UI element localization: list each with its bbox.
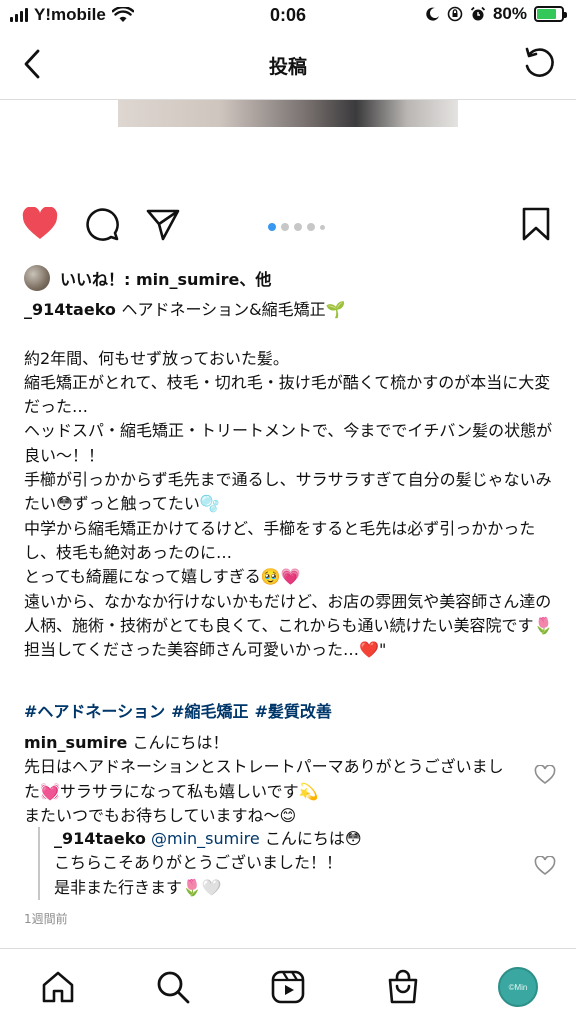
bottom-tab-bar: ©Min bbox=[0, 948, 576, 1024]
battery-icon bbox=[534, 6, 567, 22]
likes-text: いいね！: min_sumire、他 bbox=[60, 270, 272, 289]
bookmark-icon[interactable] bbox=[522, 207, 550, 241]
shop-bag-icon bbox=[388, 969, 418, 1004]
status-right: 80% bbox=[426, 4, 567, 24]
reply-mention[interactable]: @min_sumire bbox=[151, 829, 260, 848]
liker-avatar bbox=[24, 265, 50, 291]
profile-avatar: ©Min bbox=[498, 967, 538, 1007]
caption-line: 手櫛が引っかからず毛先まで通るし、サラサラすぎて自分の髪じゃないみたい😳ずっと触… bbox=[24, 470, 552, 514]
post-timestamp: 1週間前 bbox=[24, 912, 68, 926]
comment-icon[interactable] bbox=[85, 207, 119, 241]
comment-item: min_sumire こんにちは！ 先日はヘアドネーションとストレートパーマあり… bbox=[24, 731, 514, 828]
comment-username[interactable]: min_sumire bbox=[24, 733, 127, 752]
likes-row[interactable]: いいね！: min_sumire、他 bbox=[24, 265, 271, 291]
post-image[interactable] bbox=[118, 100, 458, 127]
caption-username[interactable]: _914taeko bbox=[24, 300, 121, 319]
caption-line: 担当してくださった美容師さん可愛いかった…❤️" bbox=[24, 640, 387, 660]
reply-item: _914taeko @min_sumire こんにちは😳 こちらこそありがとうご… bbox=[38, 827, 508, 900]
status-bar: Y!mobile 0:06 80% bbox=[0, 0, 576, 32]
caption-line: とっても綺麗になって嬉しすぎる🥹💗 bbox=[24, 567, 301, 587]
profile-tab[interactable]: ©Min bbox=[498, 967, 538, 1007]
caption-line: 中学から縮毛矯正かけてるけど、手櫛をすると毛先は必ず引っかかったし、枝毛も絶対あ… bbox=[24, 518, 536, 562]
home-icon bbox=[42, 971, 74, 1003]
moon-icon bbox=[426, 7, 439, 21]
hashtag-link[interactable]: #ヘアドネーション bbox=[24, 698, 165, 722]
hashtag-list: #ヘアドネーション #縮毛矯正 #髪質改善 bbox=[24, 698, 332, 722]
battery-percent: 80% bbox=[492, 4, 527, 23]
reels-icon bbox=[271, 970, 305, 1004]
caption-line bbox=[24, 322, 554, 346]
shop-tab[interactable] bbox=[383, 967, 423, 1007]
caption-line: 縮毛矯正がとれて、枝毛・切れ毛・抜け毛が酷くて梳かすのが本当に大変だった… bbox=[24, 372, 551, 417]
alarm-icon bbox=[470, 6, 486, 21]
carousel-dot bbox=[281, 223, 289, 231]
carousel-dot bbox=[320, 224, 325, 230]
carousel-indicator bbox=[268, 223, 325, 231]
reply-like-icon[interactable] bbox=[534, 856, 556, 876]
search-tab[interactable] bbox=[153, 967, 193, 1007]
battery-fill bbox=[537, 9, 557, 19]
caption-line: _914taeko ヘアドネーション&縮毛矯正🌱 bbox=[24, 300, 346, 319]
page-title: 投稿 bbox=[268, 56, 307, 78]
reply-username[interactable]: _914taeko bbox=[54, 829, 146, 848]
share-icon[interactable] bbox=[146, 207, 180, 241]
carousel-dot bbox=[307, 223, 315, 231]
caption-line: ヘッドスパ・縮毛矯正・トリートメントで、今まででイチバン髪の状態が良い〜！！ bbox=[24, 421, 553, 465]
caption-line: 約2年間、何もせず放っておいた髪。 bbox=[24, 348, 289, 368]
reels-tab[interactable] bbox=[268, 967, 308, 1007]
nav-bar: 投稿 bbox=[0, 40, 576, 90]
post-caption: _914taeko ヘアドネーション&縮毛矯正🌱 約2年間、何もせず放っておいた… bbox=[24, 298, 554, 662]
search-icon bbox=[157, 971, 190, 1004]
home-tab[interactable] bbox=[38, 967, 78, 1007]
carousel-dot bbox=[294, 223, 302, 231]
rotation-lock-icon bbox=[447, 6, 463, 22]
carousel-dot bbox=[268, 223, 276, 231]
action-row bbox=[0, 205, 576, 247]
hashtag-link[interactable]: #髪質改善 bbox=[255, 698, 332, 722]
like-heart-icon[interactable] bbox=[22, 207, 58, 241]
caption-line: 遠いから、なかなか行けないかもだけど、お店の雰囲気や美容師さん達の人柄、施術・技… bbox=[24, 591, 554, 635]
refresh-button[interactable] bbox=[522, 46, 556, 80]
comment-like-icon[interactable] bbox=[534, 765, 556, 785]
hashtag-link[interactable]: #縮毛矯正 bbox=[171, 698, 248, 722]
